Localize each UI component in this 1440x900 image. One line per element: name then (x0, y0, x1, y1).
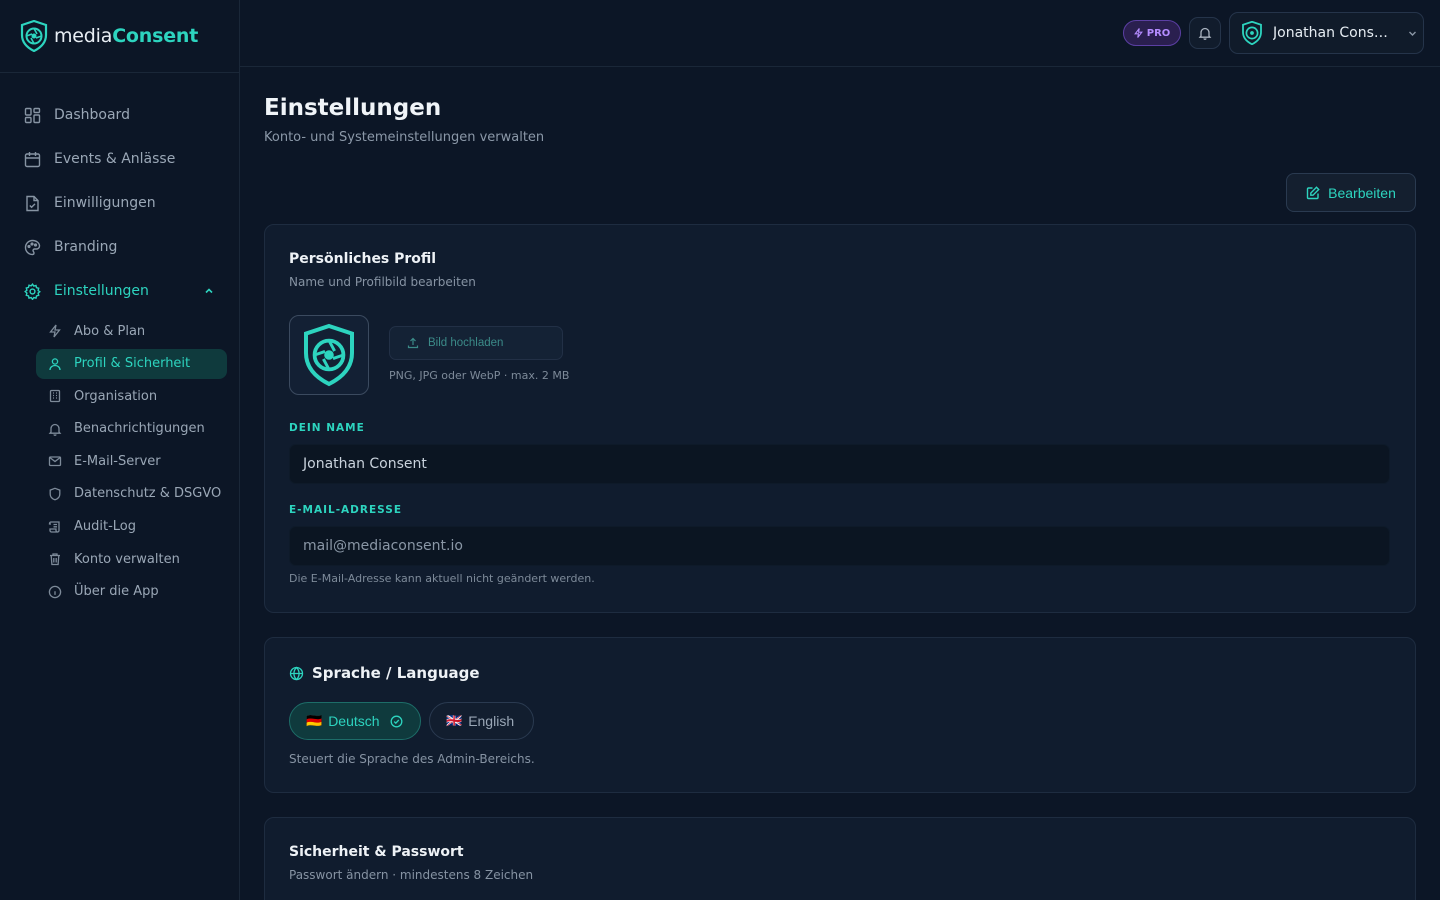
profile-card: Persönliches Profil Name und Profilbild … (264, 224, 1416, 613)
check-circle-icon (390, 715, 403, 728)
subnav-item-plan[interactable]: Abo & Plan (36, 316, 227, 346)
email-hint: Die E-Mail-Adresse kann aktuell nicht ge… (289, 572, 595, 585)
shield-logo-icon (20, 20, 48, 52)
sidebar-item-branding[interactable]: Branding (0, 225, 239, 269)
sidebar-item-settings[interactable]: Einstellungen (0, 269, 239, 313)
subnav-item-label: E-Mail-Server (74, 453, 161, 469)
name-label: DEIN NAME (289, 422, 365, 434)
logo-text: mediaConsent (54, 25, 199, 47)
name-field[interactable]: Jonathan Consent (289, 444, 1390, 484)
info-icon (48, 585, 62, 599)
subnav-item-label: Datenschutz & DSGVO (74, 486, 222, 502)
calendar-icon (24, 151, 41, 168)
trash-icon (48, 552, 62, 566)
topbar: PRO Jonathan Consent (240, 0, 1440, 67)
email-field: mail@mediaconsent.io (289, 526, 1390, 566)
subnav-item-label: Benachrichtigungen (74, 421, 205, 437)
subnav-item-organisation[interactable]: Organisation (36, 381, 227, 411)
language-option-label: English (468, 713, 515, 729)
sidebar: mediaConsent Dashboard Events & Anlässe … (0, 0, 240, 900)
logo[interactable]: mediaConsent (0, 0, 239, 73)
subnav-item-privacy[interactable]: Datenschutz & DSGVO (36, 479, 227, 509)
profile-avatar (289, 315, 369, 395)
subnav-item-label: Abo & Plan (74, 323, 146, 339)
user-menu-button[interactable]: Jonathan Consent (1229, 12, 1424, 54)
pro-badge[interactable]: PRO (1123, 20, 1181, 46)
zap-icon (48, 324, 62, 338)
edit-icon (1306, 185, 1320, 200)
subnav-item-about[interactable]: Über die App (36, 577, 227, 607)
sidebar-item-events[interactable]: Events & Anlässe (0, 137, 239, 181)
upload-icon (407, 337, 419, 349)
sidebar-item-consents[interactable]: Einwilligungen (0, 181, 239, 225)
sidebar-item-label: Branding (54, 239, 118, 255)
card-subtitle: Passwort ändern · mindestens 8 Zeichen (289, 868, 534, 882)
building-icon (48, 389, 62, 403)
card-title: Sicherheit & Passwort (289, 844, 464, 860)
card-subtitle: Name und Profilbild bearbeiten (289, 275, 476, 289)
subnav-item-label: Konto verwalten (74, 551, 180, 567)
subnav-item-account[interactable]: Konto verwalten (36, 544, 227, 574)
card-title: Persönliches Profil (289, 251, 437, 267)
flag-gb-icon: 🇬🇧 (446, 713, 463, 728)
subnav-item-profile[interactable]: Profil & Sicherheit (36, 348, 227, 379)
sidebar-item-label: Dashboard (54, 107, 130, 123)
shield-icon (48, 487, 62, 501)
subnav-item-notifications[interactable]: Benachrichtigungen (36, 414, 227, 444)
subnav-item-label: Über die App (74, 584, 159, 600)
pro-badge-label: PRO (1146, 27, 1171, 39)
language-title-text: Sprache / Language (312, 664, 480, 682)
sidebar-item-dashboard[interactable]: Dashboard (0, 93, 239, 137)
dashboard-icon (24, 107, 41, 124)
language-option-label: Deutsch (328, 713, 380, 729)
upload-hint: PNG, JPG oder WebP · max. 2 MB (389, 369, 570, 382)
language-hint: Steuert die Sprache des Admin-Bereichs. (289, 752, 535, 766)
notifications-button[interactable] (1189, 17, 1221, 49)
settings-subnav: Abo & Plan Profil & Sicherheit Organisat… (0, 313, 239, 607)
subnav-item-label: Audit-Log (74, 519, 137, 535)
chevron-up-icon[interactable] (203, 285, 215, 297)
subnav-item-label: Profil & Sicherheit (74, 356, 191, 372)
mail-icon (48, 454, 62, 468)
user-icon (48, 357, 62, 371)
upload-image-button[interactable]: Bild hochladen (389, 326, 563, 360)
palette-icon (24, 239, 41, 256)
zap-icon (1133, 28, 1143, 38)
scroll-icon (48, 520, 62, 534)
sidebar-item-label: Einstellungen (54, 283, 149, 299)
main-nav: Dashboard Events & Anlässe Einwilligunge… (0, 73, 239, 313)
page-title: Einstellungen (264, 95, 442, 121)
globe-icon (289, 666, 304, 681)
bell-icon (1198, 26, 1212, 40)
subnav-item-auditlog[interactable]: Audit-Log (36, 512, 227, 542)
language-card: Sprache / Language 🇩🇪 Deutsch 🇬🇧 English… (264, 637, 1416, 793)
sidebar-item-label: Einwilligungen (54, 195, 156, 211)
sidebar-item-label: Events & Anlässe (54, 151, 176, 167)
flag-de-icon: 🇩🇪 (306, 713, 323, 728)
gear-icon (24, 282, 41, 300)
security-card: Sicherheit & Passwort Passwort ändern · … (264, 817, 1416, 900)
upload-button-label: Bild hochladen (428, 337, 504, 349)
page-subtitle: Konto- und Systemeinstellungen verwalten (264, 130, 545, 145)
user-name: Jonathan Consent (1273, 25, 1393, 41)
language-title: Sprache / Language (289, 664, 480, 682)
subnav-item-label: Organisation (74, 388, 158, 404)
email-label: E-MAIL-ADRESSE (289, 504, 402, 516)
language-option-de[interactable]: 🇩🇪 Deutsch (289, 702, 421, 740)
subnav-item-mailserver[interactable]: E-Mail-Server (36, 446, 227, 476)
file-check-icon (24, 195, 41, 212)
chevron-down-icon (1407, 28, 1418, 39)
avatar (1241, 21, 1263, 45)
edit-button[interactable]: Bearbeiten (1286, 173, 1416, 212)
edit-button-label: Bearbeiten (1328, 184, 1396, 201)
bell-icon (48, 422, 62, 436)
language-option-en[interactable]: 🇬🇧 English (429, 702, 534, 740)
